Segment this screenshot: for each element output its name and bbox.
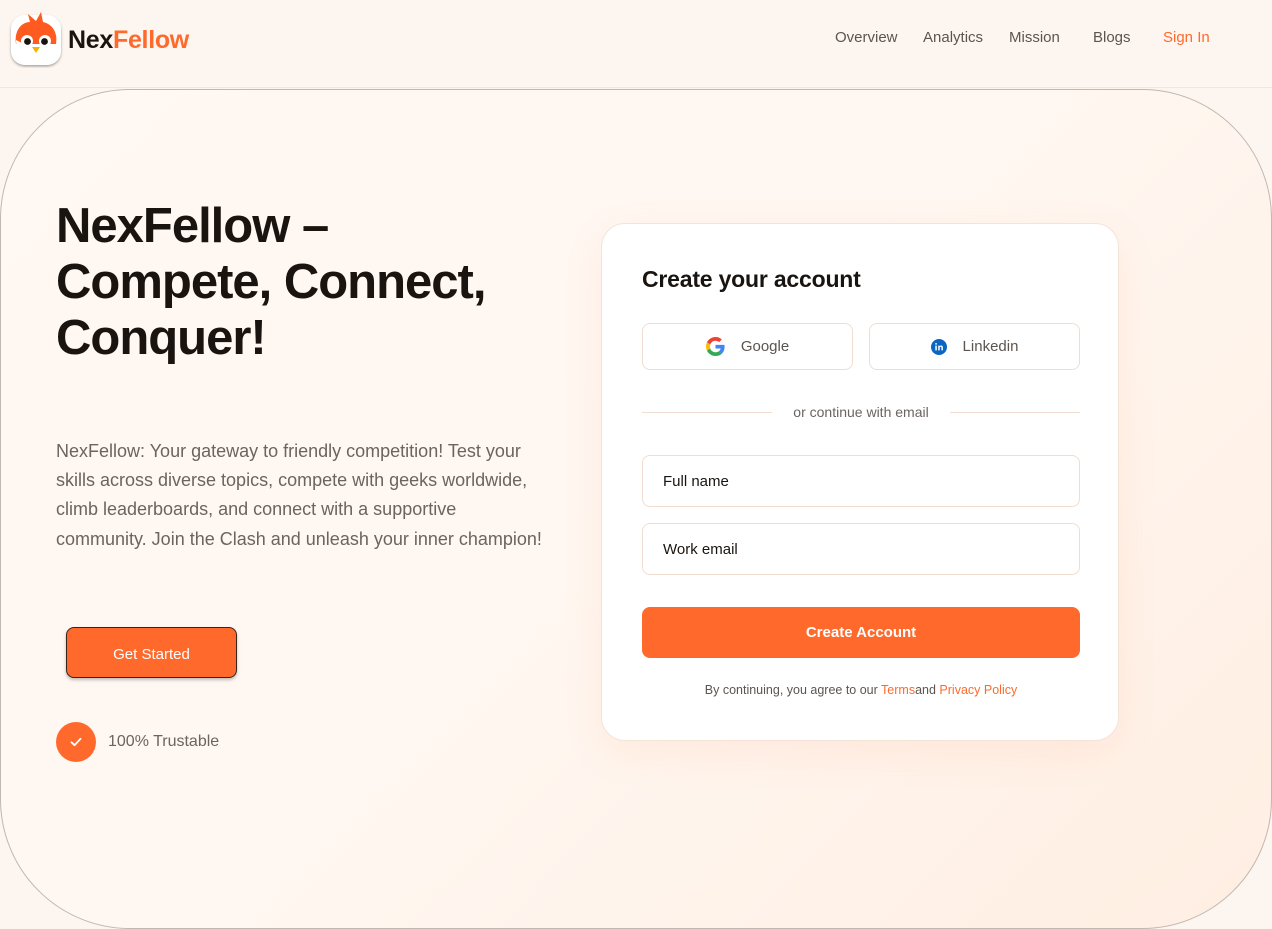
bird-mascot-icon	[11, 12, 61, 65]
hero-description: NexFellow: Your gateway to friendly comp…	[56, 441, 542, 549]
legal-notice: By continuing, you agree to our Termsand…	[642, 683, 1080, 697]
google-label: Google	[740, 338, 790, 355]
get-started-button[interactable]: Get Started	[66, 627, 237, 678]
signup-title: Create your account	[642, 266, 861, 292]
trust-label: 100% Trustable	[108, 733, 220, 750]
nav-link-analytics[interactable]: Analytics	[923, 28, 983, 48]
terms-link[interactable]: Terms	[881, 683, 915, 697]
legal-and: and	[915, 683, 940, 697]
sign-in-link[interactable]: Sign In	[1163, 28, 1210, 48]
create-account-button[interactable]: Create Account	[642, 607, 1080, 658]
site-header: NexFellow Overview Analytics Mission Blo…	[0, 0, 1272, 88]
brand-name: NexFellow	[68, 25, 189, 54]
google-icon	[705, 337, 725, 356]
privacy-policy-link[interactable]: Privacy Policy	[939, 683, 1017, 697]
nav-link-overview[interactable]: Overview	[835, 28, 898, 48]
legal-prefix: By continuing, you agree to our	[704, 683, 882, 697]
trust-badge: 100% Trustable	[56, 722, 219, 762]
signup-card: Create your account Google Linkedin or c…	[601, 223, 1119, 741]
full-name-input[interactable]	[642, 455, 1080, 507]
linkedin-label: Linkedin	[962, 338, 1019, 355]
divider-line-right	[950, 412, 1080, 413]
nav-link-mission[interactable]: Mission	[1009, 28, 1060, 48]
linkedin-icon	[930, 338, 947, 355]
brand-name-part1: Nex	[68, 25, 113, 54]
linkedin-signup-button[interactable]: Linkedin	[869, 323, 1080, 370]
google-signup-button[interactable]: Google	[642, 323, 853, 370]
hero-title: NexFellow – Compete, Connect, Conquer!	[56, 199, 486, 365]
nav-link-blogs[interactable]: Blogs	[1093, 28, 1131, 48]
brand-logo-link[interactable]: NexFellow	[8, 10, 189, 68]
brand-name-part2: Fellow	[112, 25, 189, 54]
work-email-input[interactable]	[642, 523, 1080, 575]
check-icon	[56, 722, 96, 762]
